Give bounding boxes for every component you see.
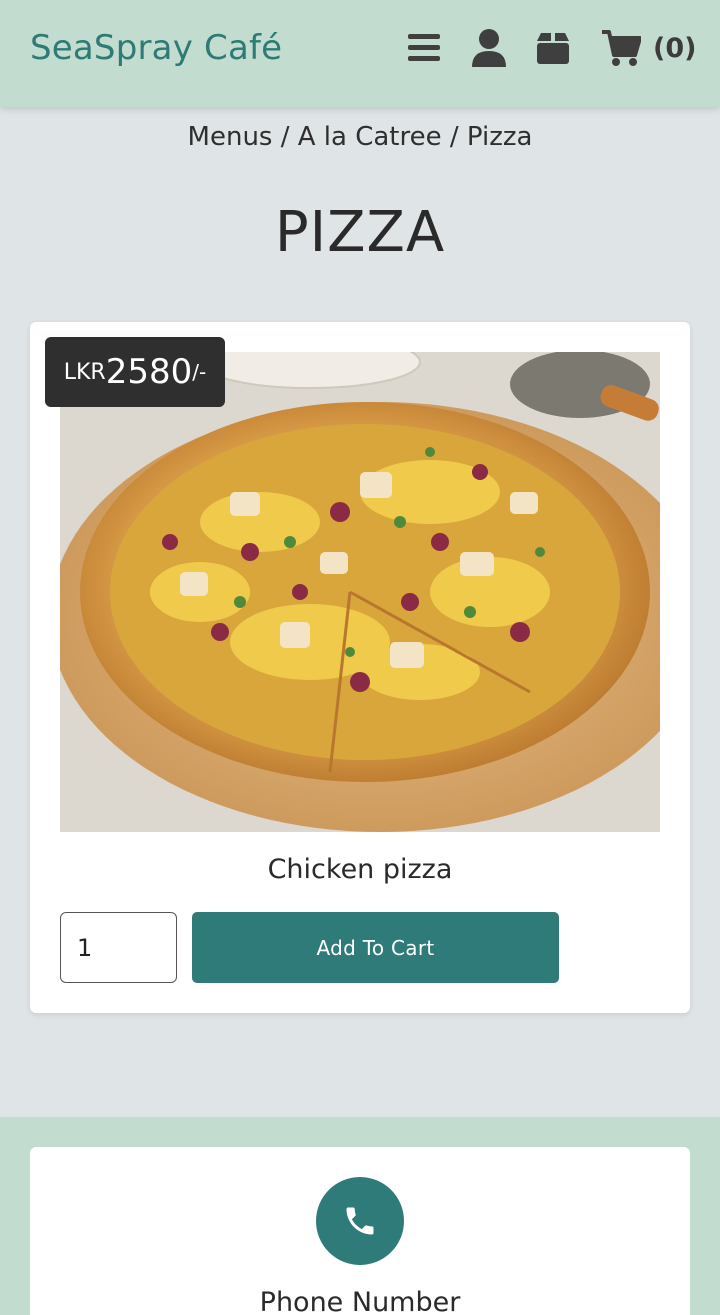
price-amount: 2580 — [105, 352, 193, 392]
user-icon[interactable] — [471, 28, 507, 68]
product-card: LKR 2580/- Chicken pizza 1 Add To Cart — [30, 322, 690, 1013]
menu-icon[interactable] — [406, 28, 444, 68]
footer-section: Phone Number — [0, 1117, 720, 1315]
add-to-cart-button[interactable]: Add To Cart — [192, 912, 559, 983]
page-title: PIZZA — [274, 200, 446, 265]
price-badge: LKR 2580/- — [45, 337, 225, 407]
phone-icon[interactable] — [316, 1177, 404, 1265]
top-navbar: SeaSpray Café (0) — [0, 0, 720, 107]
cart-count: (0) — [653, 32, 697, 64]
product-name: Chicken pizza — [267, 854, 453, 885]
price-suffix: /- — [192, 360, 207, 384]
brand-logo[interactable]: SeaSpray Café — [30, 28, 282, 68]
cart-link[interactable]: (0) — [601, 28, 696, 68]
cart-icon — [601, 29, 641, 67]
contact-card: Phone Number — [30, 1147, 690, 1315]
product-image[interactable] — [60, 352, 660, 832]
price-currency: LKR — [63, 359, 106, 385]
quantity-input[interactable] — [60, 912, 177, 983]
box-icon[interactable] — [535, 28, 571, 68]
contact-label: Phone Number — [259, 1287, 461, 1315]
breadcrumb[interactable]: Menus / A la Catree / Pizza — [0, 122, 720, 152]
